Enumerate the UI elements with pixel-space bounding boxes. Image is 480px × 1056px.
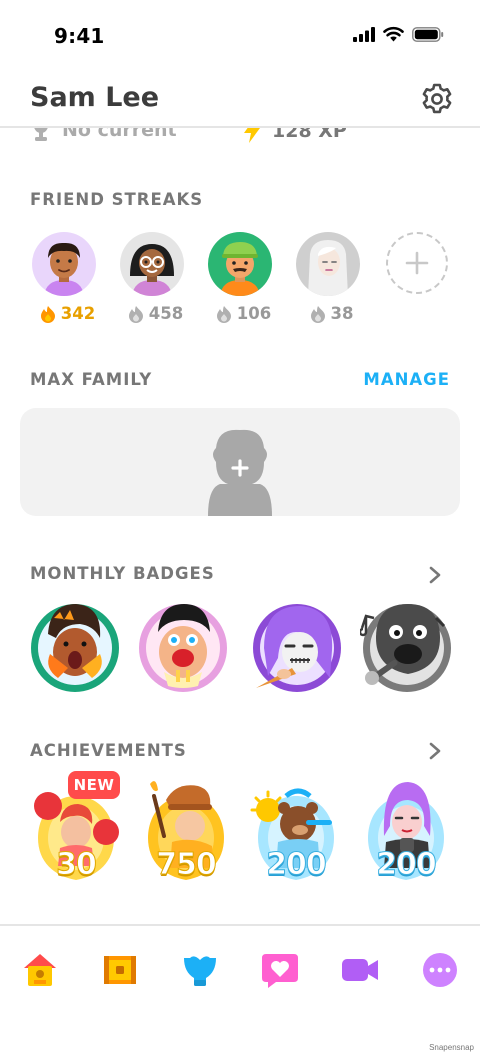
status-icons	[353, 26, 444, 42]
achievements-title: ACHIEVEMENTS	[30, 741, 187, 760]
friend-streak-count: 458	[148, 304, 184, 323]
achievement-value: 200	[266, 847, 328, 883]
achievement-item[interactable]: 200	[246, 776, 346, 886]
monthly-badge[interactable]	[250, 598, 344, 694]
friend-item[interactable]: 342	[32, 232, 96, 328]
tab-home[interactable]	[20, 950, 60, 990]
friend-streak: 38	[286, 304, 376, 323]
max-family-title: MAX FAMILY	[30, 370, 153, 389]
friend-item[interactable]: 106	[208, 232, 272, 328]
achievement-item[interactable]: 200	[356, 776, 456, 886]
achievement-value: 200	[376, 847, 438, 883]
tab-video[interactable]	[340, 950, 380, 990]
chest-icon	[104, 956, 136, 984]
new-badge: NEW	[68, 771, 120, 799]
achievement-value: 750	[156, 847, 218, 883]
add-friend-button[interactable]	[386, 232, 448, 294]
shield-icon	[184, 956, 216, 986]
monthly-badge[interactable]	[28, 598, 122, 694]
signal-icon	[353, 26, 375, 42]
status-time: 9:41	[54, 24, 105, 48]
friend-item[interactable]: 458	[120, 232, 184, 328]
tab-leaderboard[interactable]	[100, 950, 140, 990]
heart-icon	[262, 954, 298, 988]
family-card[interactable]	[20, 408, 460, 516]
friend-item[interactable]: 38	[296, 232, 360, 328]
flame-icon	[128, 305, 143, 323]
add-member-icon	[208, 429, 272, 516]
gear-icon	[422, 83, 452, 114]
chevron-right-icon[interactable]	[428, 565, 442, 585]
friend-streaks-title: FRIEND STREAKS	[30, 190, 204, 209]
battery-icon	[412, 26, 444, 42]
home-icon	[24, 954, 56, 986]
avatar	[208, 232, 272, 296]
settings-button[interactable]	[420, 82, 454, 116]
avatar	[32, 232, 96, 296]
status-bar: 9:41	[0, 0, 480, 72]
friend-streak-count: 38	[330, 304, 354, 323]
watermark-credit: Snapensnap	[429, 1043, 474, 1052]
video-icon	[342, 959, 378, 981]
monthly-badge[interactable]	[358, 598, 454, 694]
monthly-badges-title: MONTHLY BADGES	[30, 564, 215, 583]
profile-name: Sam Lee	[30, 82, 160, 113]
flame-icon	[310, 305, 325, 323]
manage-button[interactable]: MANAGE	[363, 370, 450, 389]
friend-streak-count: 342	[60, 304, 96, 323]
friend-streak: 342	[22, 304, 112, 323]
tab-league[interactable]	[180, 950, 220, 990]
chevron-right-icon[interactable]	[428, 741, 442, 761]
friend-streak-count: 106	[236, 304, 272, 323]
avatar	[296, 232, 360, 296]
more-icon	[423, 953, 457, 987]
tab-bar	[0, 926, 480, 1016]
tab-more[interactable]	[420, 950, 460, 990]
avatar	[120, 232, 184, 296]
achievement-item[interactable]: 750	[136, 776, 236, 886]
flame-icon	[40, 305, 55, 323]
plus-icon	[405, 251, 429, 275]
monthly-badge[interactable]	[136, 598, 230, 694]
friend-streak: 458	[110, 304, 200, 323]
flame-icon	[216, 305, 231, 323]
friend-streak: 106	[198, 304, 288, 323]
profile-header: Sam Lee	[0, 72, 480, 128]
achievement-value: 30	[56, 847, 98, 883]
tab-social[interactable]	[260, 950, 300, 990]
wifi-icon	[383, 26, 404, 42]
